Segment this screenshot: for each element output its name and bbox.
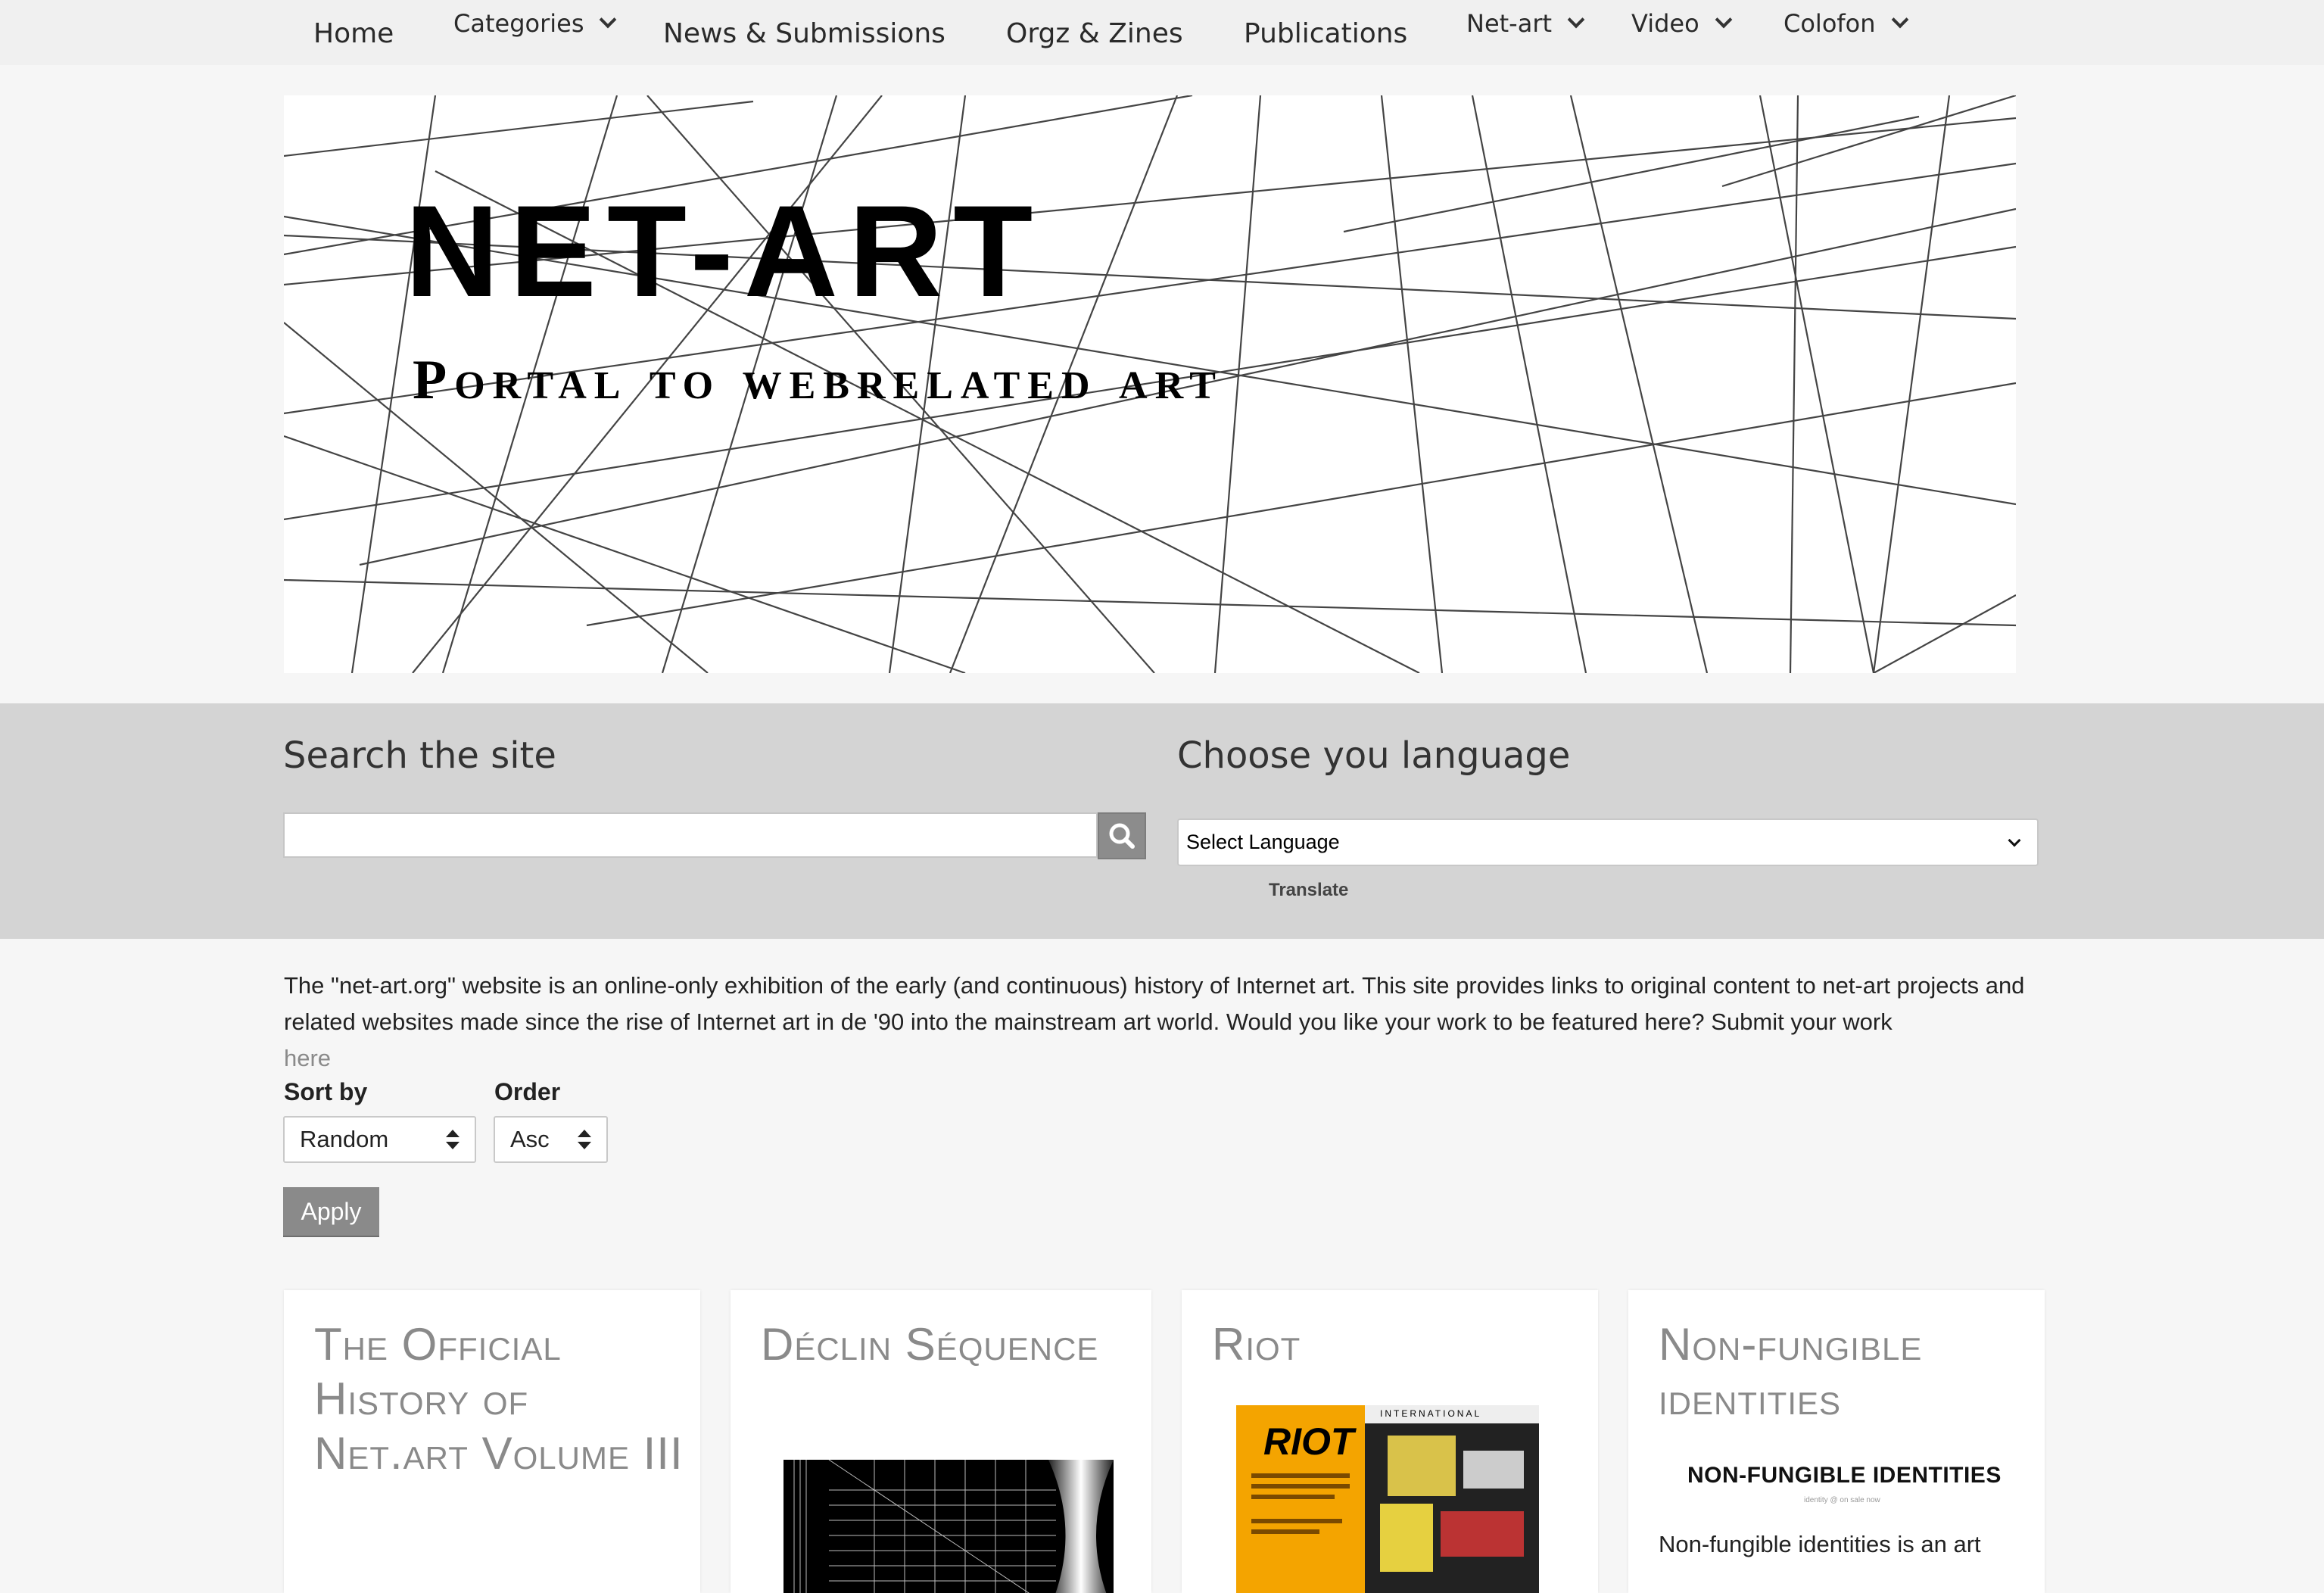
riot-banner-text: INTERNATIONAL — [1380, 1408, 1482, 1419]
nav-video-label: Video — [1631, 9, 1699, 38]
search-title: Search the site — [283, 734, 556, 777]
sort-arrows-icon — [578, 1130, 591, 1149]
card-thumbnail[interactable] — [783, 1460, 1114, 1593]
language-select-value: Select Language — [1186, 831, 1340, 853]
order-label: Order — [494, 1078, 561, 1105]
banner-line-art: NET-ART Portal to webrelated art — [284, 95, 2016, 673]
nav-video[interactable]: Video — [1631, 0, 1732, 65]
card-title[interactable]: Non-fungible identities — [1659, 1317, 2022, 1426]
order-select[interactable]: Asc — [494, 1116, 608, 1163]
sort-by-value: Random — [300, 1126, 389, 1152]
apply-button[interactable]: Apply — [283, 1187, 379, 1236]
sort-by-select[interactable]: Random — [283, 1116, 476, 1163]
search-input[interactable] — [283, 812, 1098, 858]
chevron-down-icon — [1891, 11, 1908, 29]
card-title[interactable]: Déclin Séquence — [761, 1317, 1124, 1372]
search-icon — [1109, 823, 1135, 849]
search-button[interactable] — [1098, 812, 1146, 859]
card-description: Non-fungible identities is an art — [1659, 1531, 1981, 1557]
language-select[interactable]: Select Language — [1177, 818, 2039, 866]
chevron-down-icon — [2008, 834, 2021, 847]
intro-text: The "net-art.org" website is an online-o… — [284, 968, 2048, 1077]
nav-netart[interactable]: Net-art — [1466, 0, 1585, 65]
nav-news-submissions[interactable]: News & Submissions — [663, 0, 945, 65]
nav-home[interactable]: Home — [313, 0, 394, 65]
submit-link[interactable]: here — [284, 1040, 2048, 1077]
translate-credit[interactable]: Translate — [1269, 880, 1348, 901]
riot-logo-text: RIOT — [1257, 1419, 1360, 1464]
sort-by-label: Sort by — [284, 1078, 368, 1105]
nav-categories[interactable]: Categories — [453, 0, 617, 65]
site-banner[interactable]: NET-ART Portal to webrelated art — [284, 95, 2016, 673]
card-non-fungible-identities[interactable]: Non-fungible identities NON-FUNGIBLE IDE… — [1628, 1290, 2045, 1593]
nav-colofon[interactable]: Colofon — [1783, 0, 1908, 65]
banner-subtitle: Portal to webrelated art — [413, 349, 1223, 411]
card-riot[interactable]: Riot RIOT INTERNATIONAL — [1182, 1290, 1598, 1593]
card-official-history[interactable]: The Official History of Net.art Volume I… — [284, 1290, 700, 1593]
nav-netart-label: Net-art — [1466, 9, 1553, 38]
chevron-down-icon — [1715, 11, 1732, 29]
declin-artwork — [793, 1460, 1114, 1593]
chevron-down-icon — [600, 11, 617, 29]
banner-title: NET-ART — [405, 179, 1043, 324]
nav-categories-label: Categories — [453, 9, 584, 38]
intro-paragraph: The "net-art.org" website is an online-o… — [284, 972, 2025, 1035]
nav-home-label: Home — [313, 18, 394, 49]
card-thumbnail-heading[interactable]: NON-FUNGIBLE IDENTITIES — [1687, 1463, 2002, 1489]
card-declin-sequence[interactable]: Déclin Séquence — [731, 1290, 1151, 1593]
language-title: Choose you language — [1177, 734, 1571, 777]
card-thumbnail-sub: identity @ on sale now — [1804, 1496, 1880, 1504]
chevron-down-icon — [1567, 11, 1585, 29]
nav-publications-label: Publications — [1244, 18, 1408, 49]
nav-colofon-label: Colofon — [1783, 9, 1876, 38]
sort-arrows-icon — [446, 1130, 460, 1149]
card-thumbnail[interactable]: RIOT INTERNATIONAL — [1236, 1405, 1539, 1593]
card-title[interactable]: The Official History of Net.art Volume I… — [314, 1317, 685, 1481]
order-value: Asc — [510, 1126, 550, 1152]
nav-news-label: News & Submissions — [663, 18, 945, 49]
nav-orgz-zines[interactable]: Orgz & Zines — [1006, 0, 1183, 65]
nav-publications[interactable]: Publications — [1244, 0, 1407, 65]
main-nav: Home Categories News & Submissions Orgz … — [0, 0, 2324, 65]
nav-orgz-label: Orgz & Zines — [1006, 18, 1183, 49]
card-title[interactable]: Riot — [1212, 1317, 1301, 1372]
